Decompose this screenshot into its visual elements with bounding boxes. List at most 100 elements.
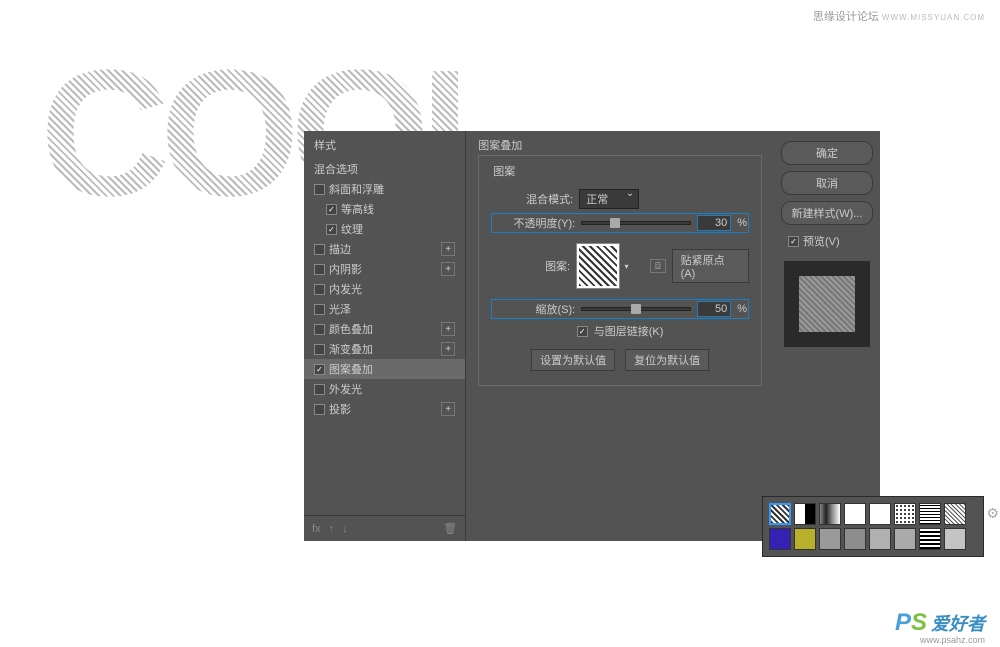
add-effect-icon[interactable]: + [441,342,455,356]
style-checkbox[interactable] [326,204,337,215]
pattern-swatch[interactable] [869,503,891,525]
pattern-swatch[interactable] [944,503,966,525]
pattern-swatch[interactable] [819,503,841,525]
pattern-swatch[interactable] [894,503,916,525]
style-item-4[interactable]: 内阴影 + [304,259,465,279]
snap-origin-icon[interactable]: ⌼ [650,259,665,273]
style-label: 纹理 [341,221,363,237]
pattern-swatch[interactable] [794,528,816,550]
gear-icon[interactable]: ⚙ [986,505,999,522]
pattern-swatch[interactable] [919,503,941,525]
pattern-swatch[interactable] [769,503,791,525]
cancel-button[interactable]: 取消 [781,171,873,195]
blend-mode-row: 混合模式: 正常 [491,189,749,209]
opacity-input[interactable] [697,215,731,231]
reset-default-button[interactable]: 复位为默认值 [625,349,709,371]
style-item-8[interactable]: 渐变叠加 + [304,339,465,359]
preview-label: 预览(V) [803,233,840,249]
new-style-button[interactable]: 新建样式(W)... [781,201,873,225]
up-icon[interactable]: ↑ [329,523,335,535]
pattern-swatch[interactable] [794,503,816,525]
opacity-label: 不透明度(Y): [493,215,575,231]
style-item-3[interactable]: 描边 + [304,239,465,259]
settings-panel: 图案叠加 图案 混合模式: 正常 不透明度(Y): % 图案: ▾ [466,131,774,541]
style-checkbox[interactable] [314,244,325,255]
opacity-slider[interactable] [581,221,691,225]
ok-button[interactable]: 确定 [781,141,873,165]
style-item-9[interactable]: 图案叠加 [304,359,465,379]
style-label: 渐变叠加 [329,341,373,357]
set-default-button[interactable]: 设置为默认值 [531,349,615,371]
styles-header: 样式 [304,131,465,159]
blend-mode-label: 混合模式: [491,191,573,207]
blend-options-item[interactable]: 混合选项 [304,159,465,179]
style-checkbox[interactable] [314,324,325,335]
sidebar-footer: fx ↑ ↓ 🗑 [304,515,465,541]
blend-mode-dropdown[interactable]: 正常 [579,189,639,209]
chevron-down-icon[interactable]: ▾ [624,262,628,271]
pattern-swatch[interactable] [869,528,891,550]
pattern-swatch[interactable] [944,528,966,550]
style-label: 颜色叠加 [329,321,373,337]
link-layer-checkbox[interactable] [577,326,588,337]
pattern-grid [769,503,977,550]
link-row: 与图层链接(K) [491,323,749,339]
pattern-swatch[interactable] [844,503,866,525]
style-label: 外发光 [329,381,362,397]
pattern-swatch[interactable] [844,528,866,550]
style-label: 描边 [329,241,351,257]
style-item-2[interactable]: 纹理 [304,219,465,239]
style-checkbox[interactable] [314,364,325,375]
style-checkbox[interactable] [326,224,337,235]
pattern-thumbnail[interactable] [576,243,620,289]
add-effect-icon[interactable]: + [441,242,455,256]
down-icon[interactable]: ↓ [342,523,348,535]
style-label: 投影 [329,401,351,417]
right-panel: 确定 取消 新建样式(W)... 预览(V) [774,131,880,541]
style-item-5[interactable]: 内发光 [304,279,465,299]
trash-icon[interactable]: 🗑 [443,522,457,535]
style-item-10[interactable]: 外发光 [304,379,465,399]
scale-input[interactable] [697,301,731,317]
preview-checkbox-row: 预览(V) [788,233,840,249]
pattern-row: 图案: ▾ ⌼ 贴紧原点 (A) [491,243,749,289]
style-label: 光泽 [329,301,351,317]
add-effect-icon[interactable]: + [441,402,455,416]
style-checkbox[interactable] [314,264,325,275]
snap-origin-button[interactable]: 贴紧原点 (A) [672,249,749,283]
add-effect-icon[interactable]: + [441,262,455,276]
logo-bottom-right: PS 爱好者 [895,609,985,637]
percent-unit: % [737,303,747,315]
pattern-label: 图案: [491,258,570,274]
style-item-11[interactable]: 投影 + [304,399,465,419]
style-checkbox[interactable] [314,404,325,415]
fx-label[interactable]: fx [312,523,321,535]
style-checkbox[interactable] [314,384,325,395]
preview-checkbox[interactable] [788,236,799,247]
style-checkbox[interactable] [314,304,325,315]
pattern-swatch[interactable] [819,528,841,550]
style-item-6[interactable]: 光泽 [304,299,465,319]
pattern-swatch[interactable] [769,528,791,550]
styles-list: 混合选项 斜面和浮雕等高线纹理描边 + 内阴影 + 内发光光泽颜色叠加 + 渐变叠加 + 图案叠… [304,159,465,515]
style-checkbox[interactable] [314,184,325,195]
style-label: 斜面和浮雕 [329,181,384,197]
style-label: 内阴影 [329,261,362,277]
pattern-swatch[interactable] [894,528,916,550]
style-item-7[interactable]: 颜色叠加 + [304,319,465,339]
preview-swatch [799,276,855,332]
style-checkbox[interactable] [314,284,325,295]
panel-title: 图案叠加 [478,137,762,153]
opacity-row: 不透明度(Y): % [491,213,749,233]
style-label: 内发光 [329,281,362,297]
style-checkbox[interactable] [314,344,325,355]
preview-box [784,261,870,347]
watermark-top-right: 思缘设计论坛 WWW.MISSYUAN.COM [813,8,985,24]
style-item-0[interactable]: 斜面和浮雕 [304,179,465,199]
scale-slider[interactable] [581,307,691,311]
style-item-1[interactable]: 等高线 [304,199,465,219]
add-effect-icon[interactable]: + [441,322,455,336]
styles-sidebar: 样式 混合选项 斜面和浮雕等高线纹理描边 + 内阴影 + 内发光光泽颜色叠加 + 渐变叠加 +… [304,131,466,541]
percent-unit: % [737,217,747,229]
pattern-swatch[interactable] [919,528,941,550]
